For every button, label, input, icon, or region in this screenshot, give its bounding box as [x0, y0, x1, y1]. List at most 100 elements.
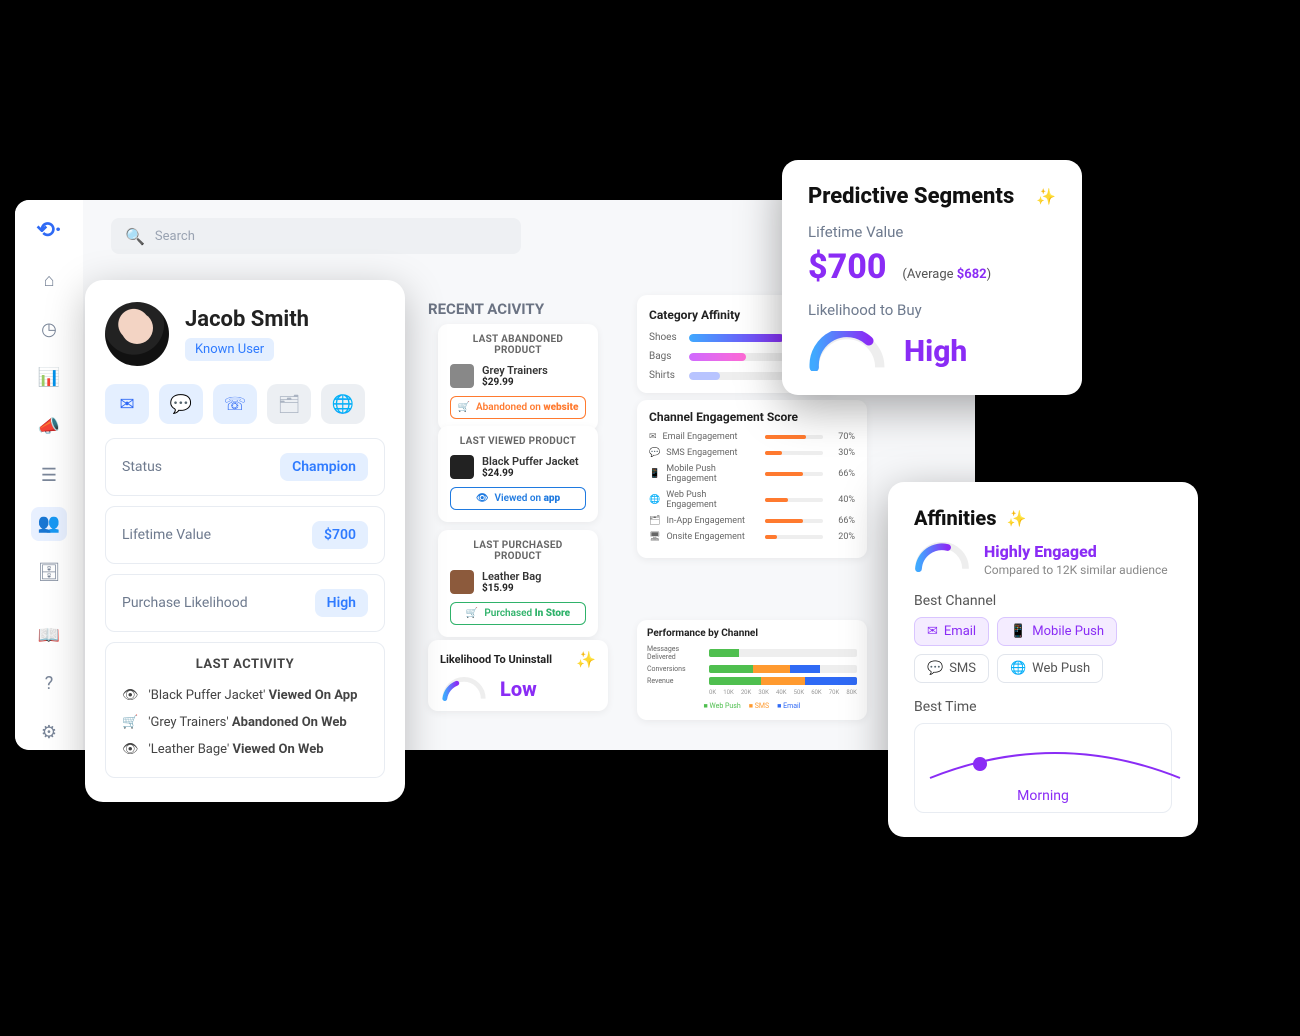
avatar: [105, 302, 169, 366]
performance-row: Messages Delivered: [647, 645, 857, 661]
ltv-value: $700: [312, 521, 368, 549]
nav-settings-icon[interactable]: ⚙: [31, 715, 67, 750]
card-title: Performance by Channel: [647, 628, 857, 639]
last-purchased-card: LAST PURCHASED PRODUCT Leather Bag $15.9…: [438, 530, 598, 637]
card-title: Likelihood To Uninstall: [440, 653, 552, 666]
channel-icon: 💬: [927, 661, 943, 676]
product-thumb: [450, 570, 474, 594]
nav-megaphone-icon[interactable]: 📣: [31, 409, 67, 444]
activity-icon: 👁: [122, 742, 139, 757]
channel-label: Web Push Engagement: [666, 490, 759, 510]
product-price: $24.99: [482, 468, 579, 479]
likelihood-uninstall-card: Likelihood To Uninstall✨ Low: [428, 640, 608, 711]
status-value: Champion: [280, 453, 368, 481]
engagement-row: 📱 Mobile Push Engagement 66%: [649, 464, 855, 484]
card-heading: LAST ABANDONED PRODUCT: [450, 334, 586, 356]
category-label: Bags: [649, 351, 681, 362]
ltv-label: Lifetime Value: [122, 527, 211, 543]
ltv-average: (Average $682): [902, 267, 991, 282]
engaged-title: Highly Engaged: [984, 542, 1168, 561]
channel-chip-web-push[interactable]: 🌐Web Push: [997, 654, 1103, 683]
status-label: Status: [122, 459, 162, 475]
search-bar[interactable]: 🔍: [111, 218, 521, 254]
performance-row: Revenue: [647, 677, 857, 685]
channel-chip-email[interactable]: ✉Email: [914, 617, 989, 646]
push-channel-icon[interactable]: 🗂: [267, 384, 311, 424]
time-curve-icon: [925, 738, 1185, 786]
affinities-card: Affinities ✨ Highly Engaged Compared to 1…: [888, 482, 1198, 837]
card-title: Affinities: [914, 506, 996, 530]
likelihood-label: Likelihood to Buy: [808, 301, 1056, 319]
nav-help-icon[interactable]: ?: [31, 667, 67, 702]
engagement-row: 💬SMS Engagement30%: [649, 448, 855, 458]
sidebar: ⟲· ⌂ ◷ 📊 📣 ☰ 👥 🗄 📖 ? ⚙: [15, 200, 83, 750]
performance-channel-card: Performance by Channel Messages Delivere…: [637, 620, 867, 720]
channel-label: Email: [944, 624, 976, 639]
product-price: $29.99: [482, 377, 548, 388]
channel-pct: 66%: [829, 469, 855, 479]
sparkle-icon: ✨: [1036, 187, 1056, 206]
nav-globe-icon[interactable]: ◷: [31, 312, 67, 347]
ltv-label: Lifetime Value: [808, 223, 1056, 241]
category-label: Shoes: [649, 332, 681, 343]
last-abandoned-card: LAST ABANDONED PRODUCT Grey Trainers $29…: [438, 324, 598, 431]
sparkle-icon: ✨: [1006, 509, 1026, 528]
metric-label: Revenue: [647, 677, 703, 685]
metric-label: Conversions: [647, 665, 703, 673]
predictive-segments-card: Predictive Segments✨ Lifetime Value $700…: [782, 160, 1082, 395]
performance-row: Conversions: [647, 665, 857, 673]
search-icon: 🔍: [125, 227, 145, 246]
channel-label: Mobile Push Engagement: [666, 464, 759, 484]
abandoned-pill[interactable]: 🛒 Abandoned on website: [450, 396, 586, 419]
email-channel-icon[interactable]: ✉: [105, 384, 149, 424]
channel-label: SMS Engagement: [666, 448, 759, 458]
profile-name: Jacob Smith: [185, 307, 309, 332]
channel-icon: 🌐: [1010, 661, 1026, 676]
likelihood-value: High: [315, 589, 368, 617]
channel-icon: 🌐: [649, 495, 660, 505]
card-title: Predictive Segments: [808, 184, 1014, 209]
likelihood-label: Purchase Likelihood: [122, 595, 248, 611]
product-name: Grey Trainers: [482, 364, 548, 377]
channel-label: Mobile Push: [1032, 624, 1104, 639]
channel-chip-mobile-push[interactable]: 📱 Mobile Push: [997, 617, 1117, 646]
sms-channel-icon[interactable]: 💬: [159, 384, 203, 424]
channel-icon: 📱: [1010, 624, 1026, 639]
nav-database-icon[interactable]: 🗄: [31, 555, 67, 590]
nav-users-icon[interactable]: 👥: [31, 507, 67, 542]
channel-engagement-card: Channel Engagement Score ✉Email Engageme…: [637, 400, 867, 558]
channel-label: Onsite Engagement: [666, 532, 759, 542]
channel-icon: 🖥: [649, 532, 660, 542]
channel-pct: 40%: [829, 495, 855, 505]
known-user-badge: Known User: [185, 338, 274, 361]
eye-icon: 👁: [476, 493, 489, 504]
last-activity-row: 👁'Black Puffer Jacket' Viewed On App: [122, 682, 368, 709]
product-price: $15.99: [482, 583, 541, 594]
gauge-icon: [440, 677, 488, 701]
nav-home-icon[interactable]: ⌂: [31, 263, 67, 298]
search-input[interactable]: [155, 229, 321, 244]
status-row: Status Champion: [105, 438, 385, 496]
viewed-pill[interactable]: 👁 Viewed on app: [450, 487, 586, 510]
channel-chip-sms[interactable]: 💬SMS: [914, 654, 989, 683]
last-activity-block: LAST ACTIVITY 👁'Black Puffer Jacket' Vie…: [105, 642, 385, 778]
channel-label: Email Engagement: [663, 432, 759, 442]
best-time-value: Morning: [925, 788, 1161, 804]
whatsapp-channel-icon[interactable]: ☏: [213, 384, 257, 424]
channel-icon: 📱: [649, 469, 660, 479]
engaged-subtitle: Compared to 12K similar audience: [984, 563, 1168, 577]
nav-book-icon[interactable]: 📖: [31, 618, 67, 653]
engagement-row: 🖥Onsite Engagement20%: [649, 532, 855, 542]
product-name: Leather Bag: [482, 570, 541, 583]
web-channel-icon[interactable]: 🌐: [321, 384, 365, 424]
engagement-row: 🗂In-App Engagement66%: [649, 516, 855, 526]
product-name: Black Puffer Jacket: [482, 455, 579, 468]
nav-list-icon[interactable]: ☰: [31, 458, 67, 493]
gauge-icon: [914, 542, 970, 572]
last-viewed-card: LAST VIEWED PRODUCT Black Puffer Jacket …: [438, 426, 598, 522]
activity-icon: 🛒: [122, 715, 138, 730]
purchased-pill[interactable]: 🛒 Purchased In Store: [450, 602, 586, 625]
best-time-chart: Morning: [914, 723, 1172, 813]
legend-item: SMS: [749, 702, 769, 710]
nav-analytics-icon[interactable]: 📊: [31, 360, 67, 395]
